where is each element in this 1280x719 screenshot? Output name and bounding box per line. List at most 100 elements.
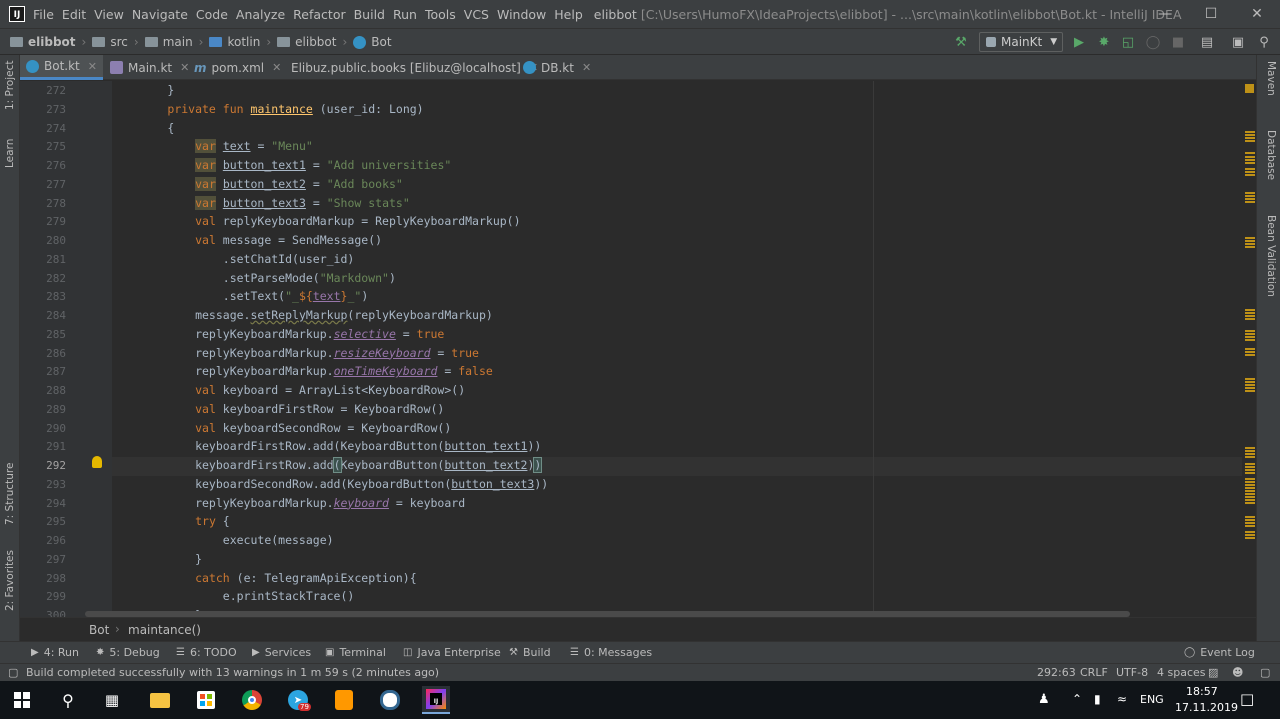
warning-mark[interactable] <box>1245 463 1255 465</box>
warning-mark[interactable] <box>1245 456 1255 458</box>
line-number[interactable]: 286 <box>20 347 66 360</box>
code-line[interactable]: replyKeyboardMarkup.oneTimeKeyboard = fa… <box>112 364 493 378</box>
code-line[interactable]: message.setReplyMarkup(replyKeyboardMark… <box>112 308 493 322</box>
line-number[interactable]: 285 <box>20 328 66 341</box>
warning-mark[interactable] <box>1245 487 1255 489</box>
maven-tool-button[interactable]: Maven <box>1265 61 1277 96</box>
coverage-icon[interactable]: ◱ <box>1120 34 1136 50</box>
breadcrumb-function[interactable]: maintance() <box>128 623 201 637</box>
warning-mark[interactable] <box>1245 312 1255 314</box>
code-line[interactable]: private fun maintance (user_id: Long) <box>112 102 423 116</box>
status-message[interactable]: Build completed successfully with 13 war… <box>26 666 439 679</box>
code-line[interactable]: e.printStackTrace() <box>112 589 355 603</box>
menu-edit[interactable]: Edit <box>62 7 86 22</box>
structure-tool-button[interactable]: 7: Structure <box>4 463 16 525</box>
warning-mark[interactable] <box>1245 387 1255 389</box>
language-indicator[interactable]: ENG <box>1140 693 1164 706</box>
warning-mark[interactable] <box>1245 137 1255 139</box>
menu-code[interactable]: Code <box>196 7 228 22</box>
line-number[interactable]: 280 <box>20 234 66 247</box>
warning-mark[interactable] <box>1245 469 1255 471</box>
warning-mark[interactable] <box>1245 516 1255 518</box>
code-line[interactable]: try { <box>112 514 230 528</box>
code-line[interactable]: replyKeyboardMarkup.keyboard = keyboard <box>112 496 465 510</box>
line-separator[interactable]: CRLF <box>1080 666 1108 679</box>
line-number[interactable]: 295 <box>20 515 66 528</box>
line-number[interactable]: 283 <box>20 290 66 303</box>
todo-tool-button[interactable]: ☰ 6: TODO <box>176 646 237 659</box>
warning-mark[interactable] <box>1245 472 1255 474</box>
sublime-text-icon[interactable] <box>330 686 358 714</box>
warning-mark[interactable] <box>1245 351 1255 353</box>
presentation-icon[interactable]: ▣ <box>1230 34 1246 50</box>
line-number[interactable]: 273 <box>20 103 66 116</box>
code-line[interactable]: replyKeyboardMarkup.selective = true <box>112 327 444 341</box>
warning-mark[interactable] <box>1245 174 1255 176</box>
intention-bulb-icon[interactable] <box>92 456 102 468</box>
run-tool-button[interactable]: ▶ 4: Run <box>31 646 79 659</box>
menu-build[interactable]: Build <box>354 7 385 22</box>
run-icon[interactable]: ▶ <box>1071 34 1087 50</box>
build-hammer-icon[interactable]: ⚒ <box>953 34 969 50</box>
warning-mark[interactable] <box>1245 450 1255 452</box>
warning-mark[interactable] <box>1245 152 1255 154</box>
lock-icon[interactable]: ▨ <box>1208 666 1218 679</box>
warning-mark[interactable] <box>1245 478 1255 480</box>
error-stripe[interactable] <box>1242 81 1256 617</box>
code-line[interactable]: val message = SendMessage() <box>112 233 382 247</box>
code-line[interactable]: keyboardFirstRow.add(KeyboardButton(butt… <box>112 439 541 453</box>
people-icon[interactable]: ♟ <box>1038 692 1050 707</box>
code-line[interactable]: execute(message) <box>112 533 334 547</box>
database-tool-button[interactable]: Database <box>1265 130 1277 180</box>
warning-mark[interactable] <box>1245 339 1255 341</box>
warning-mark[interactable] <box>1245 140 1255 142</box>
warning-mark[interactable] <box>1245 156 1255 158</box>
code-line[interactable]: keyboardSecondRow.add(KeyboardButton(but… <box>112 477 548 491</box>
warning-mark[interactable] <box>1245 195 1255 197</box>
tab-elibuz-books[interactable]: Elibuz.public.books [Elibuz@localhost] ✕ <box>280 55 538 80</box>
code-line[interactable]: val keyboard = ArrayList<KeyboardRow>() <box>112 383 465 397</box>
warning-mark[interactable] <box>1245 237 1255 239</box>
warning-mark[interactable] <box>1245 192 1255 194</box>
code-line[interactable]: keyboardFirstRow.add(KeyboardButton(butt… <box>112 457 543 473</box>
file-encoding[interactable]: UTF-8 <box>1116 666 1148 679</box>
line-number[interactable]: 290 <box>20 422 66 435</box>
services-tool-button[interactable]: ▶ Services <box>252 646 311 659</box>
tab-bot-kt[interactable]: Bot.kt ✕ <box>20 55 103 80</box>
breadcrumb-file[interactable]: Bot <box>371 35 391 49</box>
warning-mark[interactable] <box>1245 390 1255 392</box>
line-number[interactable]: 294 <box>20 497 66 510</box>
battery-icon[interactable]: ▮ <box>1094 692 1101 706</box>
menu-tools[interactable]: Tools <box>425 7 456 22</box>
line-number[interactable]: 272 <box>20 84 66 97</box>
favorites-tool-button[interactable]: 2: Favorites <box>4 550 16 611</box>
warning-mark[interactable] <box>1245 354 1255 356</box>
tab-main-kt[interactable]: Main.kt ✕ <box>104 55 196 80</box>
warning-mark[interactable] <box>1245 134 1255 136</box>
menu-view[interactable]: View <box>94 7 124 22</box>
line-number[interactable]: 276 <box>20 159 66 172</box>
menu-help[interactable]: Help <box>554 7 583 22</box>
warning-mark[interactable] <box>1245 131 1255 133</box>
code-line[interactable]: } <box>112 83 174 97</box>
postgresql-icon[interactable] <box>376 686 404 714</box>
indent-setting[interactable]: 4 spaces <box>1157 666 1206 679</box>
warning-mark[interactable] <box>1245 315 1255 317</box>
code-line[interactable]: .setChatId(user_id) <box>112 252 355 266</box>
code-line[interactable]: } <box>112 552 202 566</box>
close-window-button[interactable]: ✕ <box>1234 0 1280 28</box>
menu-analyze[interactable]: Analyze <box>236 7 285 22</box>
search-everywhere-icon[interactable]: ⚲ <box>1256 34 1272 50</box>
stop-icon[interactable]: ■ <box>1170 34 1186 50</box>
editor-gutter[interactable]: 272 273 274 275 276 277 278 279 280 281 282 283 284 2… <box>20 81 112 622</box>
warning-mark[interactable] <box>1245 162 1255 164</box>
warning-mark[interactable] <box>1245 499 1255 501</box>
warning-mark[interactable] <box>1245 519 1255 521</box>
debug-icon[interactable]: ✸ <box>1096 34 1112 50</box>
breadcrumb-class[interactable]: Bot <box>89 623 109 637</box>
warning-mark[interactable] <box>1245 453 1255 455</box>
breadcrumb-kotlin[interactable]: kotlin <box>227 35 260 49</box>
code-line[interactable]: val replyKeyboardMarkup = ReplyKeyboardM… <box>112 214 520 228</box>
warning-mark[interactable] <box>1245 348 1255 350</box>
warning-mark[interactable] <box>1245 330 1255 332</box>
